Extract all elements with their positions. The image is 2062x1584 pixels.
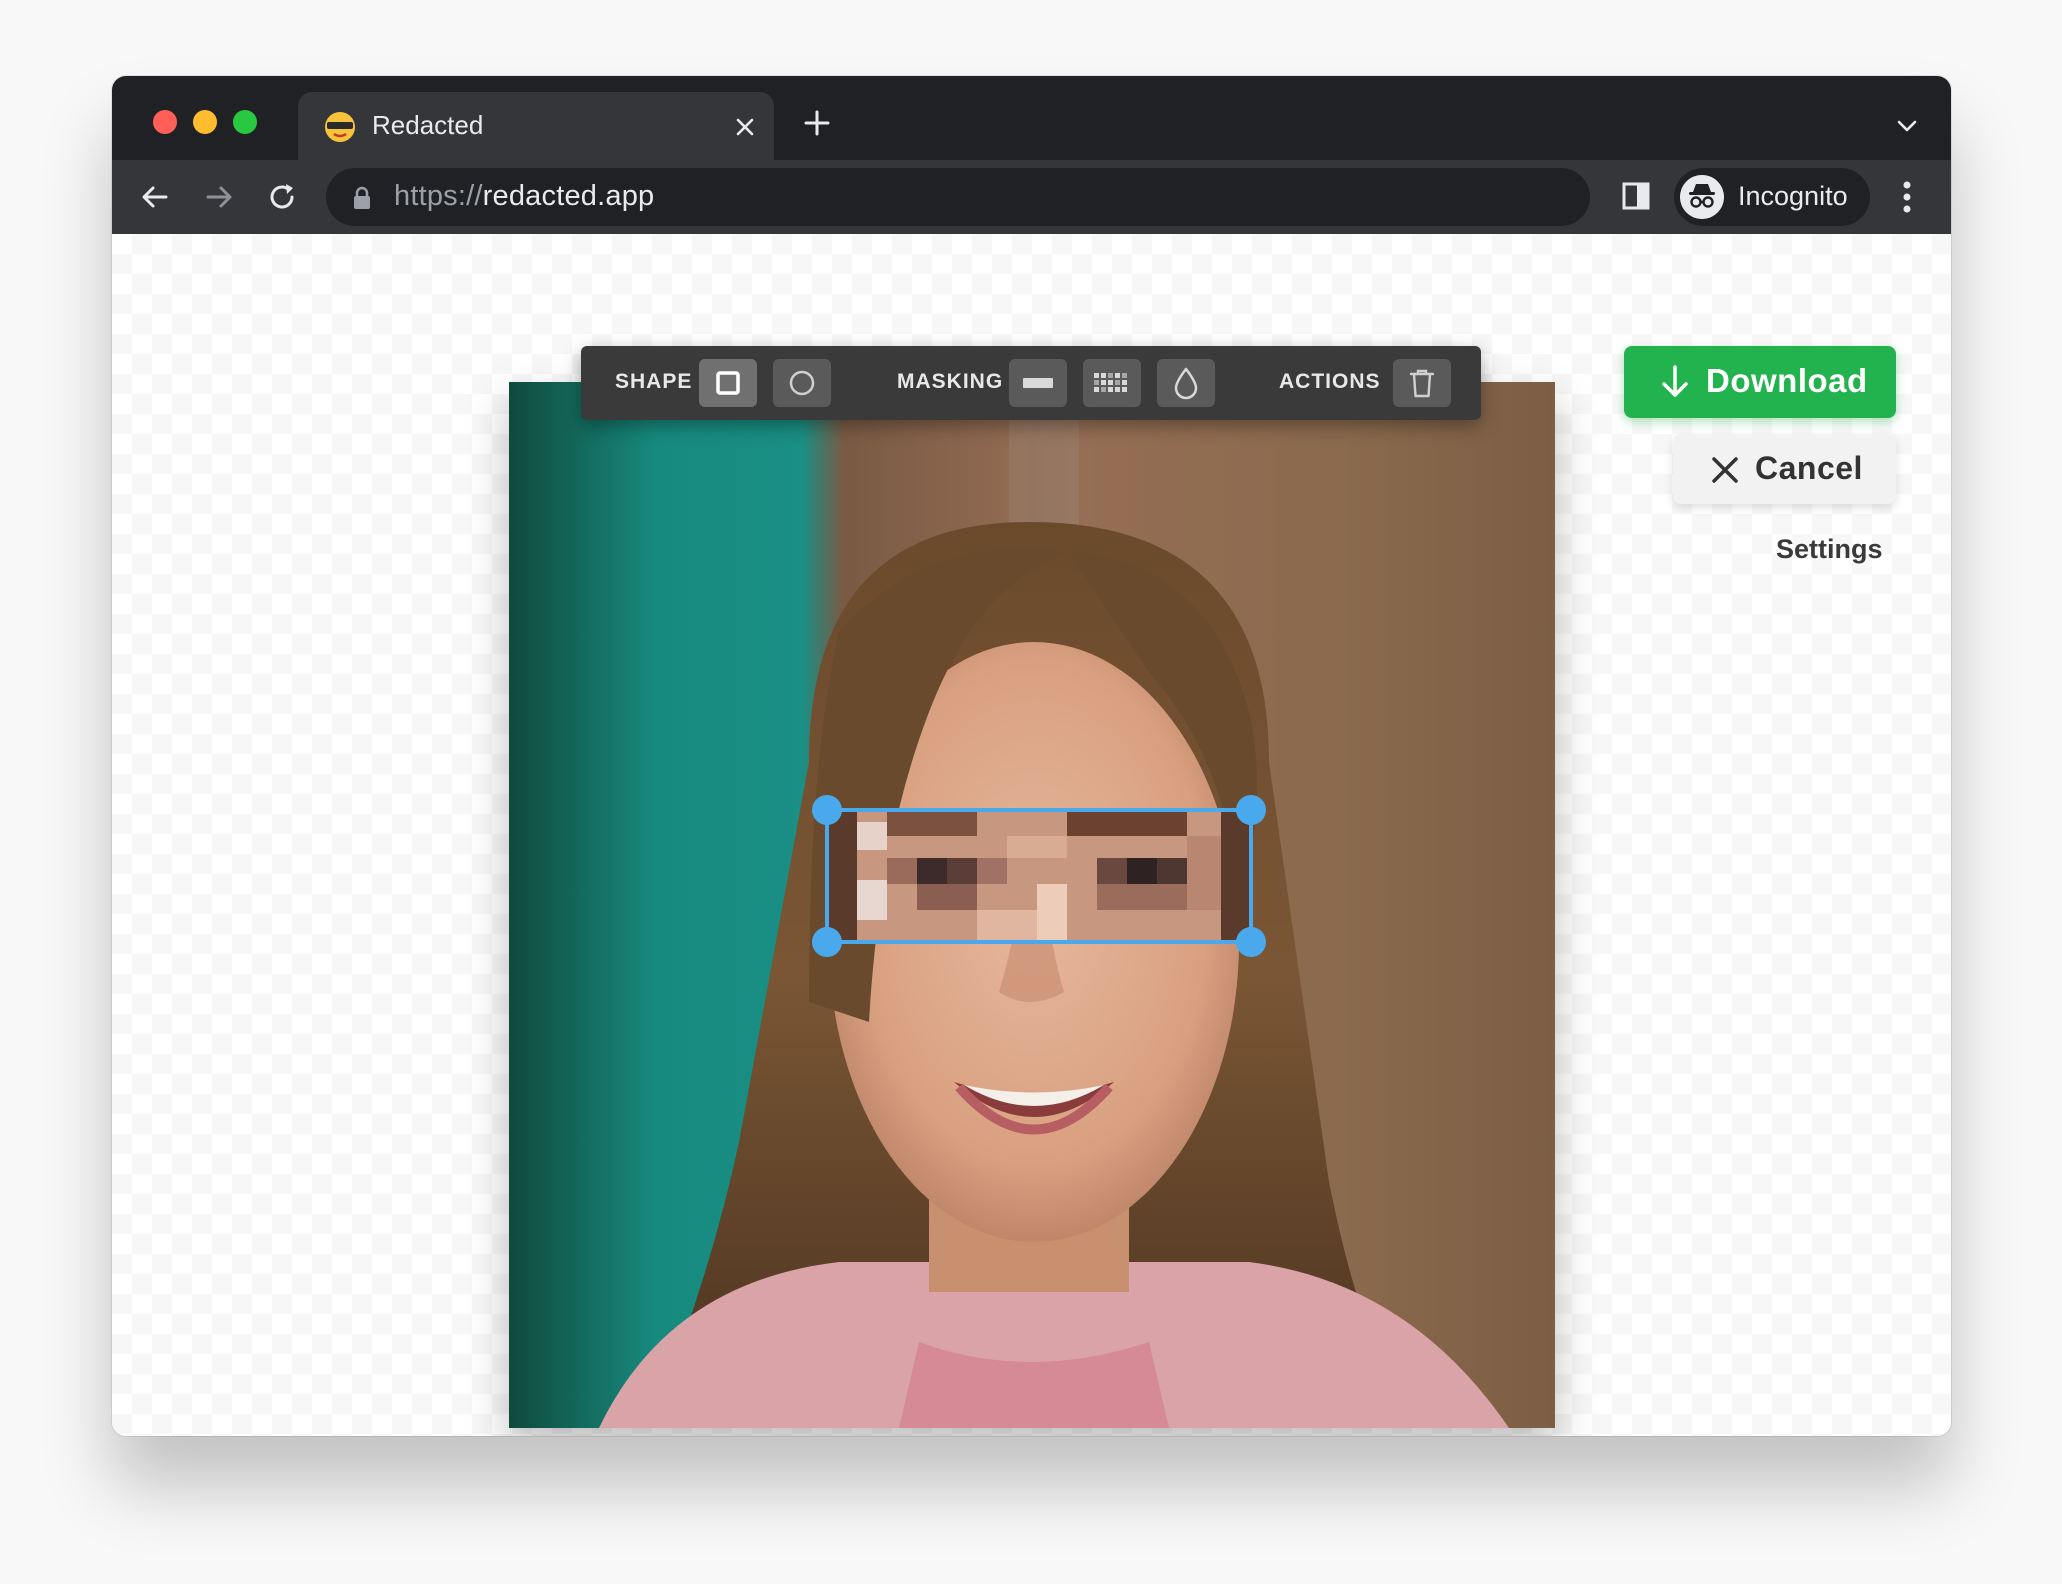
arrow-down-icon [1662, 365, 1688, 397]
circle-icon [789, 370, 815, 396]
shape-circle-button[interactable] [773, 359, 831, 407]
incognito-profile-button[interactable]: Incognito [1674, 168, 1870, 226]
forward-icon[interactable] [202, 180, 236, 214]
editor-toolbar: SHAPE MASKING ACTIONS [581, 346, 1481, 420]
square-icon [716, 371, 740, 395]
resize-handle-top-left[interactable] [812, 795, 842, 825]
incognito-icon [1680, 175, 1724, 219]
close-window-button[interactable] [153, 110, 177, 134]
tab-redacted[interactable]: Redacted [298, 92, 774, 160]
solid-bar-icon [1023, 378, 1053, 388]
resize-handle-bottom-left[interactable] [812, 927, 842, 957]
profile-label: Incognito [1738, 181, 1848, 211]
plus-icon[interactable] [802, 108, 832, 138]
settings-link[interactable]: Settings [1776, 534, 1883, 565]
cancel-button[interactable]: Cancel [1673, 434, 1896, 504]
url-text: https://redacted.app [394, 180, 654, 213]
more-vert-icon[interactable] [1902, 178, 1912, 216]
cancel-label: Cancel [1755, 450, 1863, 486]
address-bar[interactable]: https://redacted.app [326, 168, 1781, 226]
url-host: redacted.app [482, 180, 655, 212]
close-icon [1712, 457, 1738, 483]
photo-canvas[interactable] [509, 382, 1555, 1428]
side-panel-icon[interactable] [1620, 180, 1652, 212]
reload-icon[interactable] [266, 180, 300, 214]
chevron-down-icon[interactable] [1894, 116, 1920, 136]
trash-icon [1409, 369, 1435, 398]
redaction-selection[interactable] [509, 382, 1555, 1428]
back-icon[interactable] [138, 180, 172, 214]
shape-square-button[interactable] [699, 359, 757, 407]
page-content: SHAPE MASKING ACTIONS Download Cancel Se… [112, 234, 1951, 1436]
resize-handle-top-right[interactable] [1236, 795, 1266, 825]
blur-drop-icon [1174, 367, 1198, 400]
minimize-window-button[interactable] [193, 110, 217, 134]
lock-icon [354, 186, 370, 209]
tab-title: Redacted [372, 110, 484, 140]
browser-toolbar: https://redacted.app Incognito [112, 160, 1951, 234]
redacted-favicon-icon [325, 112, 355, 142]
shape-label: SHAPE [615, 370, 693, 393]
download-label: Download [1706, 362, 1868, 399]
browser-window: Redacted https://redacted.app Incognito … [112, 76, 1951, 1436]
masking-solid-button[interactable] [1009, 359, 1067, 407]
masking-pixelate-button[interactable] [1083, 359, 1141, 407]
masking-label: MASKING [897, 370, 1004, 393]
tab-bar: Redacted [112, 76, 1951, 160]
masking-blur-button[interactable] [1157, 359, 1215, 407]
pixelated-mask [827, 810, 1251, 942]
maximize-window-button[interactable] [233, 110, 257, 134]
resize-handle-bottom-right[interactable] [1236, 927, 1266, 957]
pixelate-icon [1094, 373, 1127, 392]
actions-label: ACTIONS [1279, 370, 1381, 393]
delete-selection-button[interactable] [1393, 359, 1451, 407]
close-icon[interactable] [732, 114, 758, 140]
url-scheme: https:// [394, 180, 483, 212]
download-button[interactable]: Download [1624, 346, 1896, 418]
